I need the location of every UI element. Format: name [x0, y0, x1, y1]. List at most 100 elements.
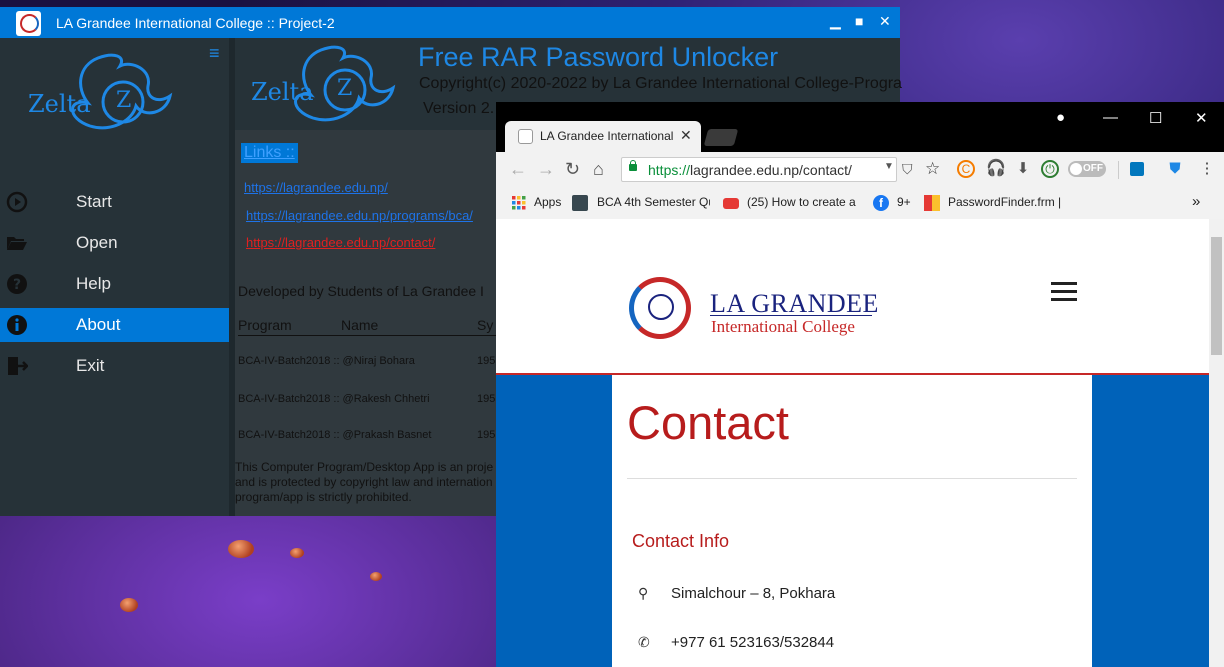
- info-circle-icon: [7, 315, 27, 335]
- developed-by-heading: Developed by Students of La Grandee I: [238, 283, 484, 299]
- puzzle-extension-icon[interactable]: ⛊: [1166, 160, 1184, 178]
- link-contact[interactable]: https://lagrandee.edu.np/contact/: [246, 235, 435, 250]
- logo-letter: Z: [337, 76, 353, 101]
- nav-label: Help: [76, 274, 111, 293]
- nav-label: Start: [76, 192, 112, 211]
- new-tab-button[interactable]: [703, 129, 739, 146]
- browser-tab[interactable]: LA Grandee International College ✕: [505, 121, 701, 152]
- mushroom-decor: [370, 572, 382, 581]
- zelta-logo: Zelta Z: [28, 48, 178, 134]
- facebook-icon: f: [873, 195, 889, 211]
- notice-line: This Computer Program/Desktop App is an …: [235, 460, 494, 474]
- bookmarks-bar: Apps BCA 4th Semester Qu (25) How to cre…: [496, 188, 1224, 220]
- forward-icon[interactable]: →: [537, 159, 555, 180]
- link-bca[interactable]: https://lagrandee.edu.np/programs/bca/: [246, 208, 473, 223]
- logo-text: Zelta: [251, 78, 314, 106]
- svg-text:?: ?: [13, 277, 21, 293]
- lock-icon: [629, 160, 637, 171]
- app-titlebar[interactable]: LA Grandee International College :: Proj…: [0, 7, 900, 38]
- tab-strip[interactable]: LA Grandee International College ✕ ● — ☐…: [496, 102, 1224, 152]
- passwordfinder-icon: [924, 195, 940, 211]
- maximize-icon[interactable]: ☐: [1149, 109, 1162, 127]
- url-path: lagrandee.edu.np/contact/: [690, 162, 852, 178]
- exit-icon: [8, 357, 28, 375]
- map-pin-icon: ⚲: [638, 585, 649, 601]
- hamburger-menu-icon[interactable]: [1051, 282, 1077, 306]
- back-icon[interactable]: ←: [509, 159, 527, 180]
- dropdown-icon[interactable]: ▼: [884, 161, 894, 172]
- address-text: Simalchour – 8, Pokhara: [671, 585, 836, 602]
- contact-card: Contact Contact Info ⚲ Simalchour – 8, P…: [612, 375, 1092, 667]
- power-icon[interactable]: ⏻: [1041, 160, 1059, 178]
- bookmark-passwordfinder[interactable]: PasswordFinder.frm |: [948, 195, 1061, 209]
- nav-open[interactable]: Open: [0, 226, 229, 260]
- mushroom-decor: [228, 540, 254, 558]
- site-shield-icon[interactable]: ⛉: [902, 161, 913, 178]
- bookmark-bca[interactable]: BCA 4th Semester Qu: [597, 195, 710, 209]
- product-title: Free RAR Password Unlocker: [418, 42, 779, 72]
- nav-label: Open: [76, 233, 118, 252]
- copyright-text: Copyright(c) 2020-2022 by La Grandee Int…: [419, 75, 902, 92]
- maximize-icon[interactable]: ■: [855, 13, 863, 29]
- nav-about[interactable]: About: [0, 308, 229, 342]
- app-title: LA Grandee International College :: Proj…: [56, 15, 335, 31]
- extension-toggle[interactable]: OFF: [1068, 161, 1106, 177]
- header-zelta-logo: Zelta Z: [251, 42, 411, 126]
- page-title: Contact: [627, 396, 789, 449]
- scroll-thumb[interactable]: [1211, 237, 1222, 355]
- site-subname[interactable]: International College: [711, 317, 855, 337]
- col-name: Name: [341, 317, 379, 333]
- bookmarks-overflow-icon[interactable]: »: [1192, 193, 1200, 210]
- column-divider: [238, 335, 498, 336]
- nav-exit[interactable]: Exit: [0, 349, 229, 383]
- bookmark-facebook[interactable]: 9+: [897, 195, 911, 209]
- logo-letter: Z: [116, 88, 132, 113]
- nav-help[interactable]: ? Help: [0, 267, 229, 301]
- favicon-icon: [518, 129, 533, 144]
- link-home[interactable]: https://lagrandee.edu.np/: [244, 180, 388, 195]
- site-header: LA GRANDEE International College: [496, 219, 1209, 375]
- close-icon[interactable]: ✕: [879, 13, 891, 30]
- minimize-icon[interactable]: —: [1103, 109, 1118, 126]
- folder-open-icon: [7, 237, 27, 250]
- minimize-icon[interactable]: ▁: [830, 13, 841, 30]
- monitor-icon: [572, 195, 588, 211]
- download-icon[interactable]: ⬇: [1014, 160, 1032, 178]
- app-logo-icon: [16, 11, 41, 36]
- extension-c-icon[interactable]: C: [957, 160, 975, 178]
- developer-roll: 195: [477, 393, 496, 405]
- notice-line: and is protected by copyright law and in…: [235, 475, 493, 489]
- webpage: LA GRANDEE International College Contact…: [496, 219, 1209, 667]
- sidebar: ≡ Zelta Z Start Open ? Help About Exit: [0, 38, 229, 516]
- divider: [627, 478, 1077, 479]
- headphones-icon[interactable]: 🎧: [986, 160, 1006, 178]
- tab-close-icon[interactable]: ✕: [680, 127, 692, 144]
- nav-start[interactable]: Start: [0, 185, 229, 219]
- bookmark-youtube[interactable]: (25) How to create a: [747, 195, 857, 209]
- graduation-cap-icon: [648, 294, 674, 320]
- bookmark-apps[interactable]: Apps: [534, 195, 561, 209]
- mushroom-decor: [290, 548, 304, 558]
- col-program: Program: [238, 317, 292, 333]
- home-icon[interactable]: ⌂: [593, 159, 604, 180]
- phone-text[interactable]: +977 61 523163/532844: [671, 634, 834, 651]
- bookmark-star-icon[interactable]: ☆: [925, 159, 940, 179]
- college-logo-icon[interactable]: [629, 277, 691, 339]
- copyright-notice: This Computer Program/Desktop App is an …: [235, 460, 495, 505]
- url-text: https://lagrandee.edu.np/contact/: [648, 162, 852, 178]
- more-menu-icon[interactable]: ⋮: [1198, 160, 1216, 178]
- menu-toggle-icon[interactable]: ≡: [209, 43, 220, 64]
- help-circle-icon: ?: [7, 274, 27, 294]
- reload-icon[interactable]: ↻: [565, 159, 580, 180]
- scrollbar[interactable]: [1209, 219, 1224, 667]
- profile-icon[interactable]: ●: [1056, 109, 1065, 126]
- address-bar[interactable]: https://lagrandee.edu.np/contact/ ▼: [621, 157, 897, 182]
- version-text: Version 2.: [423, 100, 495, 117]
- close-icon[interactable]: ✕: [1195, 109, 1208, 127]
- developer-row: BCA-IV-Batch2018 :: @Niraj Bohara: [238, 355, 415, 367]
- toggle-label: OFF: [1083, 163, 1103, 174]
- developer-row: BCA-IV-Batch2018 :: @Prakash Basnet: [238, 429, 432, 441]
- square-extension-icon[interactable]: [1130, 162, 1144, 176]
- logo-text: Zelta: [28, 90, 91, 118]
- developer-roll: 195: [477, 355, 496, 367]
